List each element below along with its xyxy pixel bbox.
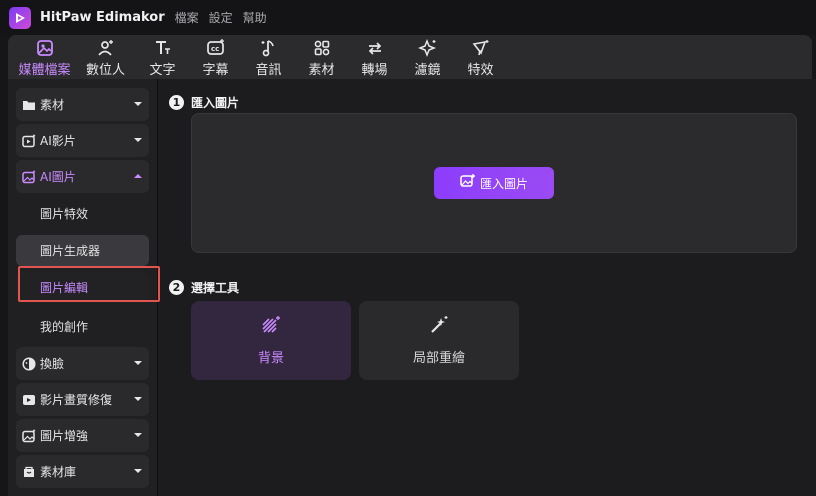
tool-background[interactable]: 背景 <box>191 301 351 380</box>
audio-icon <box>261 40 274 57</box>
image-drop-area[interactable]: 匯入圖片 <box>191 113 797 253</box>
title-bar: HitPaw Edimakor 檔案 設定 幫助 <box>0 0 816 35</box>
media-icon <box>36 40 53 56</box>
tab-label: 素材 <box>308 63 335 78</box>
svg-text:cc: cc <box>211 45 219 53</box>
sidebar-item-label: 圖片增強 <box>40 429 89 443</box>
tab-media[interactable]: 媒體檔案 <box>14 35 75 79</box>
step-number: 2 <box>169 280 184 295</box>
sidebar-item-face-swap[interactable]: 換臉 <box>16 347 149 380</box>
tab-label: 媒體檔案 <box>18 63 71 78</box>
assets-icon <box>314 40 329 56</box>
sidebar-subitem-image-generator[interactable]: 圖片生成器 <box>16 235 149 266</box>
sidebar-item-label: 素材 <box>40 98 65 112</box>
sidebar-item-label: AI影片 <box>40 134 76 148</box>
tab-filter[interactable]: 濾鏡 <box>401 35 454 79</box>
library-icon <box>21 464 37 480</box>
tab-label: 轉場 <box>361 63 388 78</box>
tab-transition[interactable]: 轉場 <box>348 35 401 79</box>
step-title: 匯入圖片 <box>191 96 240 110</box>
tab-subtitle[interactable]: cc 字幕 <box>189 35 242 79</box>
tab-effects[interactable]: 特效 <box>454 35 507 79</box>
app-logo-icon <box>9 6 31 29</box>
import-image-button[interactable]: 匯入圖片 <box>434 167 554 199</box>
tab-label: 文字 <box>149 63 176 78</box>
effects-icon <box>472 40 488 56</box>
tab-audio[interactable]: 音訊 <box>242 35 295 79</box>
transition-icon <box>368 42 381 55</box>
main-toolbar: 媒體檔案 數位人 文字 cc 字幕 音訊 素材 轉場 濾鏡 特效 <box>8 35 812 79</box>
text-icon <box>155 41 170 54</box>
ai-image-icon <box>21 169 37 185</box>
tool-label: 局部重繪 <box>412 351 465 366</box>
chevron-up-icon <box>134 174 142 178</box>
magic-wand-icon <box>429 315 449 339</box>
step2-header: 2 選擇工具 <box>169 279 239 296</box>
tab-label: 音訊 <box>255 63 282 78</box>
import-button-label: 匯入圖片 <box>479 176 528 191</box>
tab-label: 特效 <box>467 63 494 78</box>
image-enhance-icon <box>21 428 37 444</box>
sidebar-item-image-enhance[interactable]: 圖片增強 <box>16 419 149 452</box>
sidebar-item-video-enhance[interactable]: 影片畫質修復 <box>16 383 149 416</box>
sidebar-item-assets[interactable]: 素材 <box>16 88 149 121</box>
video-enhance-icon <box>21 392 37 408</box>
tab-text[interactable]: 文字 <box>136 35 189 79</box>
sidebar-subitem-my-creations[interactable]: 我的創作 <box>16 311 149 342</box>
sidebar-subitem-image-edit[interactable]: 圖片編輯 <box>16 272 149 303</box>
filter-icon <box>417 38 436 58</box>
sidebar-item-label: 換臉 <box>40 357 65 371</box>
menu-help[interactable]: 幫助 <box>243 9 267 26</box>
add-image-icon <box>460 173 476 193</box>
menu-file[interactable]: 檔案 <box>175 9 199 26</box>
tab-digital-human[interactable]: 數位人 <box>75 35 136 79</box>
chevron-down-icon <box>134 469 142 473</box>
step1-header: 1 匯入圖片 <box>169 94 239 111</box>
app-title: HitPaw Edimakor <box>40 10 165 25</box>
step-title: 選擇工具 <box>191 281 240 295</box>
sidebar-item-label: 素材庫 <box>40 465 77 479</box>
tab-label: 數位人 <box>85 63 125 78</box>
sidebar: 素材 AI影片 AI圖片 圖片特效 圖片生成器 圖片編輯 我的創作 換臉 影片畫… <box>8 79 160 496</box>
chevron-down-icon <box>134 433 142 437</box>
sidebar-item-label: AI圖片 <box>40 170 76 184</box>
chevron-down-icon <box>134 397 142 401</box>
digital-human-icon <box>97 40 113 56</box>
chevron-down-icon <box>134 102 142 106</box>
tool-label: 背景 <box>257 351 284 366</box>
ai-video-icon <box>21 133 37 149</box>
sidebar-item-ai-image[interactable]: AI圖片 <box>16 160 149 193</box>
main-area: 素材 AI影片 AI圖片 圖片特效 圖片生成器 圖片編輯 我的創作 換臉 影片畫… <box>8 79 816 496</box>
step-number: 1 <box>169 95 184 110</box>
folder-icon <box>21 97 37 113</box>
tab-label: 字幕 <box>202 63 229 78</box>
tab-assets[interactable]: 素材 <box>295 35 348 79</box>
tool-local-redraw[interactable]: 局部重繪 <box>359 301 519 380</box>
subtitle-icon: cc <box>206 39 224 55</box>
background-icon <box>261 315 281 339</box>
sidebar-subitem-image-effects[interactable]: 圖片特效 <box>16 198 149 229</box>
tab-label: 濾鏡 <box>414 63 441 78</box>
sidebar-item-ai-video[interactable]: AI影片 <box>16 124 149 157</box>
sidebar-item-library[interactable]: 素材庫 <box>16 455 149 488</box>
chevron-down-icon <box>134 138 142 142</box>
chevron-down-icon <box>134 361 142 365</box>
sidebar-item-label: 影片畫質修復 <box>40 393 113 407</box>
menu-settings[interactable]: 設定 <box>209 9 233 26</box>
face-swap-icon <box>21 356 37 372</box>
